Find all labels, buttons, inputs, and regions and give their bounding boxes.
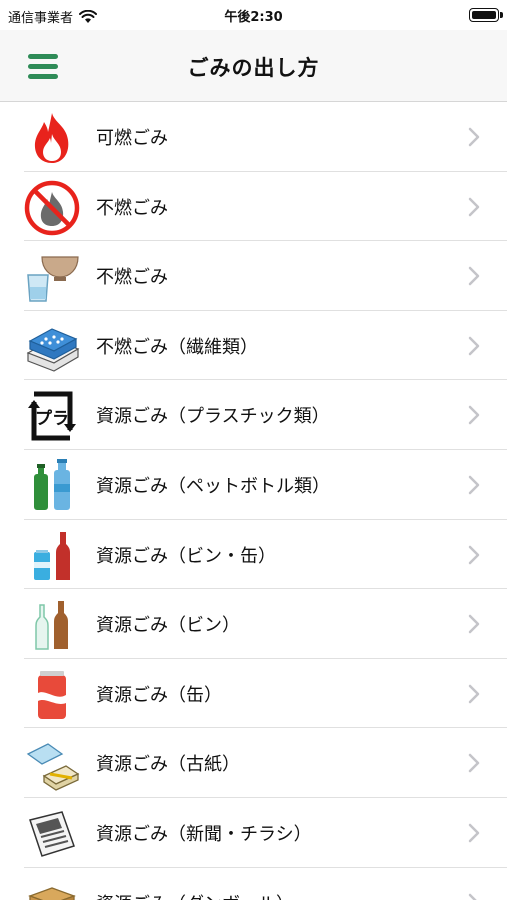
bowl-glass-icon xyxy=(27,256,79,302)
burnable-fire-icon xyxy=(34,113,69,163)
chevron-right-icon xyxy=(468,266,480,286)
chevron-right-icon xyxy=(468,684,480,703)
no-fire-icon xyxy=(24,180,80,235)
can-icon xyxy=(38,670,66,719)
list-item-label: 資源ごみ（缶） xyxy=(96,684,222,706)
list-item[interactable]: 不燃ごみ xyxy=(0,171,507,242)
list-item-label: 可燃ごみ xyxy=(96,128,168,149)
list-item-label: 不燃ごみ xyxy=(96,267,168,289)
chevron-right-icon xyxy=(468,406,480,425)
list-item-label: 資源ごみ（古紙） xyxy=(96,754,240,776)
list-item[interactable]: プラ 資源ごみ（プラスチック類） xyxy=(0,380,507,450)
chevron-right-icon xyxy=(468,197,480,216)
list-item-label: 資源ごみ（ビン・缶） xyxy=(96,545,276,567)
pet-bottles-icon xyxy=(34,458,70,510)
list-item[interactable]: 資源ごみ（ペットボトル類） xyxy=(0,449,507,520)
chevron-right-icon xyxy=(468,127,480,147)
chevron-right-icon xyxy=(468,475,480,495)
list-item-label: 資源ごみ（ダンボール） xyxy=(96,890,294,900)
page-title: ごみの出し方 xyxy=(187,56,320,80)
list-item[interactable]: 資源ごみ（新聞・チラシ） xyxy=(0,797,507,868)
list-item-label: 資源ごみ（ビン） xyxy=(96,615,240,637)
list-item-label: 資源ごみ（ペットボトル類） xyxy=(96,475,330,497)
cardboard-icon xyxy=(28,886,76,900)
can-bottle-icon xyxy=(34,531,70,580)
chevron-right-icon xyxy=(468,336,480,356)
list-item[interactable]: 資源ごみ（ダンボール） xyxy=(0,867,507,900)
newspaper-icon xyxy=(29,811,75,857)
chevron-right-icon xyxy=(468,893,478,900)
battery-icon xyxy=(469,8,503,22)
chevron-right-icon xyxy=(468,823,480,843)
list-item[interactable]: 資源ごみ（古紙） xyxy=(0,728,507,798)
list-item[interactable]: 資源ごみ（ビン・缶） xyxy=(0,519,507,590)
plastic-recycle-icon: プラ xyxy=(28,391,76,441)
list-item-label: 資源ごみ（プラスチック類） xyxy=(96,406,330,428)
status-bar: 通信事業者 午後2:30 xyxy=(0,0,507,30)
list-item-label: 不燃ごみ（繊維類） xyxy=(96,336,258,358)
chevron-right-icon xyxy=(468,614,480,634)
chevron-right-icon xyxy=(468,754,480,773)
list-item[interactable]: 資源ごみ（ビン） xyxy=(0,589,507,659)
glass-bottles-icon xyxy=(35,601,68,650)
nav-bar: ごみの出し方 xyxy=(0,30,507,102)
list-item-label: 不燃ごみ xyxy=(96,197,168,219)
list-item-label: 資源ごみ（新聞・チラシ） xyxy=(96,823,312,845)
fabric-icon xyxy=(26,328,80,372)
chevron-right-icon xyxy=(468,545,480,564)
status-time: 午後2:30 xyxy=(224,10,283,25)
list-item[interactable]: 不燃ごみ（繊維類） xyxy=(0,310,507,381)
svg-text:プラ: プラ xyxy=(35,408,69,429)
old-paper-icon xyxy=(26,743,80,792)
list-item[interactable]: 資源ごみ（缶） xyxy=(0,658,507,729)
garbage-category-list: 可燃ごみ 不燃ごみ 不燃ごみ 不燃ごみ（繊維類） プラ 資源ごみ（プラスチック類… xyxy=(0,102,507,900)
list-item[interactable]: 不燃ごみ xyxy=(0,241,507,311)
list-item[interactable]: 可燃ごみ xyxy=(0,102,507,172)
